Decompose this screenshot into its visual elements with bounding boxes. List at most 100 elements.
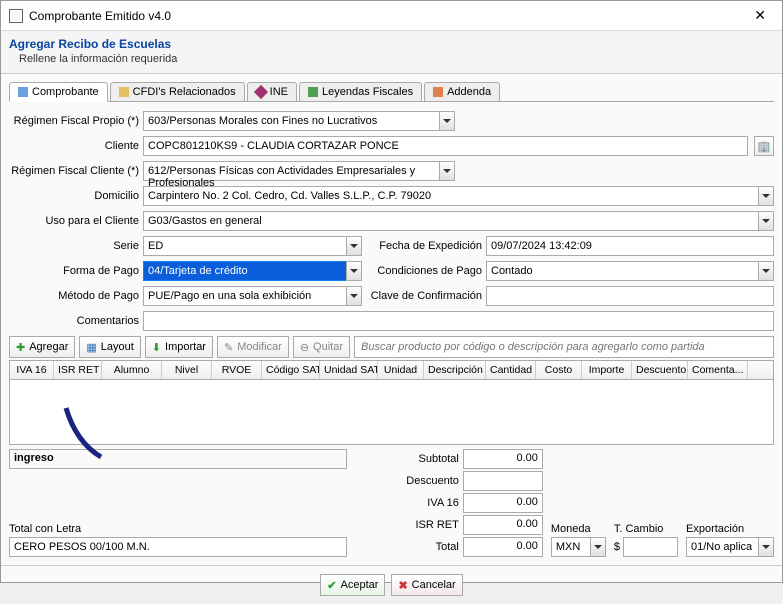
page-title: Agregar Recibo de Escuelas — [9, 37, 774, 51]
moneda-select[interactable]: MXN — [551, 537, 606, 557]
window-title: Comprobante Emitido v4.0 — [29, 9, 740, 23]
cancelar-button[interactable]: ✖Cancelar — [391, 574, 462, 596]
label-clave-conf: Clave de Confirmación — [366, 290, 482, 302]
regimen-cliente-select[interactable]: 612/Personas Físicas con Actividades Emp… — [143, 161, 455, 181]
chevron-down-icon[interactable] — [758, 537, 774, 557]
page-subtitle: Rellene la información requerida — [19, 53, 774, 65]
clave-conf-input[interactable] — [486, 286, 774, 306]
isr-value: 0.00 — [463, 515, 543, 535]
minus-icon: ⊖ — [300, 341, 309, 354]
grid-col-header[interactable]: Importe — [582, 361, 632, 379]
layout-button[interactable]: ▦Layout — [79, 336, 140, 358]
label-total-letra: Total con Letra — [9, 523, 376, 535]
label-regimen-propio: Régimen Fiscal Propio (*) — [9, 115, 139, 127]
label-isr: ISR RET — [384, 519, 459, 531]
grid-col-header[interactable]: Código SAT — [262, 361, 320, 379]
label-serie: Serie — [9, 240, 139, 252]
cond-pago-select[interactable]: Contado — [486, 261, 774, 281]
app-icon — [9, 9, 23, 23]
label-iva: IVA 16 — [384, 497, 459, 509]
grid-col-header[interactable]: Cantidad — [486, 361, 536, 379]
chevron-down-icon[interactable] — [758, 261, 774, 281]
descuento-value — [463, 471, 543, 491]
label-subtotal: Subtotal — [384, 453, 459, 465]
label-metodo-pago: Método de Pago — [9, 290, 139, 302]
label-tcambio: T. Cambio — [614, 523, 678, 535]
cliente-input[interactable] — [143, 136, 748, 156]
items-grid[interactable]: IVA 16ISR RETAlumnoNivelRVOECódigo SATUn… — [9, 360, 774, 445]
file-icon — [433, 87, 443, 97]
metodo-pago-select[interactable]: PUE/Pago en una sola exhibición — [143, 286, 362, 306]
import-icon: ⬇ — [152, 341, 161, 354]
ingreso-box: ingreso — [9, 449, 347, 469]
tcambio-input[interactable] — [623, 537, 678, 557]
iva-value: 0.00 — [463, 493, 543, 513]
chevron-down-icon[interactable] — [758, 186, 774, 206]
comentarios-input[interactable] — [143, 311, 774, 331]
grid-col-header[interactable]: Alumno — [102, 361, 162, 379]
total-value: 0.00 — [463, 537, 543, 557]
close-button[interactable]: ✕ — [746, 7, 774, 24]
plus-icon: ✚ — [16, 341, 25, 354]
forma-pago-select[interactable]: 04/Tarjeta de crédito — [143, 261, 362, 281]
chevron-down-icon[interactable] — [346, 286, 362, 306]
serie-select[interactable]: ED — [143, 236, 362, 256]
chevron-down-icon[interactable] — [439, 161, 455, 181]
quitar-button: ⊖Quitar — [293, 336, 350, 358]
modificar-button: ✎Modificar — [217, 336, 289, 358]
label-cond-pago: Condiciones de Pago — [366, 265, 482, 277]
label-cliente: Cliente — [9, 140, 139, 152]
grid-col-header[interactable]: IVA 16 — [10, 361, 54, 379]
uso-cliente-select[interactable]: G03/Gastos en general — [143, 211, 774, 231]
tab-ine[interactable]: INE — [247, 82, 297, 101]
grid-col-header[interactable]: Unidad — [378, 361, 424, 379]
tab-comprobante[interactable]: Comprobante — [9, 82, 108, 102]
total-letra-value: CERO PESOS 00/100 M.N. — [9, 537, 347, 557]
tab-leyendas[interactable]: Leyendas Fiscales — [299, 82, 422, 101]
grid-col-header[interactable]: Comenta... — [688, 361, 748, 379]
product-search-input[interactable] — [354, 336, 774, 358]
regimen-propio-select[interactable]: 603/Personas Morales con Fines no Lucrat… — [143, 111, 455, 131]
tab-addenda[interactable]: Addenda — [424, 82, 500, 101]
grid-col-header[interactable]: Costo — [536, 361, 582, 379]
importar-button[interactable]: ⬇Importar — [145, 336, 213, 358]
doc-icon — [18, 87, 28, 97]
label-uso-cliente: Uso para el Cliente — [9, 215, 139, 227]
grid-col-header[interactable]: Unidad SAT — [320, 361, 378, 379]
label-fecha-exp: Fecha de Expedición — [366, 240, 482, 252]
pencil-icon: ✎ — [224, 341, 233, 354]
fecha-exp-input[interactable] — [486, 236, 774, 256]
aceptar-button[interactable]: ✔Aceptar — [320, 574, 385, 596]
building-icon: 🏢 — [757, 140, 771, 153]
label-comentarios: Comentarios — [9, 315, 139, 327]
chevron-down-icon[interactable] — [346, 236, 362, 256]
book-icon — [308, 87, 318, 97]
x-icon: ✖ — [398, 579, 407, 592]
label-total: Total — [384, 541, 459, 553]
currency-symbol: $ — [614, 541, 620, 553]
subtotal-value: 0.00 — [463, 449, 543, 469]
domicilio-select[interactable]: Carpintero No. 2 Col. Cedro, Cd. Valles … — [143, 186, 774, 206]
tab-cfdis[interactable]: CFDI's Relacionados — [110, 82, 245, 101]
label-descuento: Descuento — [384, 475, 459, 487]
chevron-down-icon[interactable] — [439, 111, 455, 131]
check-icon: ✔ — [327, 579, 336, 592]
grid-col-header[interactable]: RVOE — [212, 361, 262, 379]
label-regimen-cliente: Régimen Fiscal Cliente (*) — [9, 165, 139, 177]
label-forma-pago: Forma de Pago — [9, 265, 139, 277]
grid-col-header[interactable]: ISR RET — [54, 361, 102, 379]
link-icon — [119, 87, 129, 97]
agregar-button[interactable]: ✚Agregar — [9, 336, 75, 358]
chevron-down-icon[interactable] — [346, 261, 362, 281]
layout-icon: ▦ — [86, 341, 96, 354]
exportacion-select[interactable]: 01/No aplica — [686, 537, 774, 557]
cliente-lookup-button[interactable]: 🏢 — [754, 136, 774, 156]
diamond-icon — [254, 85, 268, 99]
grid-col-header[interactable]: Descuento — [632, 361, 688, 379]
label-moneda: Moneda — [551, 523, 606, 535]
chevron-down-icon[interactable] — [758, 211, 774, 231]
chevron-down-icon[interactable] — [590, 537, 606, 557]
label-domicilio: Domicilio — [9, 190, 139, 202]
grid-col-header[interactable]: Descripción — [424, 361, 486, 379]
grid-col-header[interactable]: Nivel — [162, 361, 212, 379]
